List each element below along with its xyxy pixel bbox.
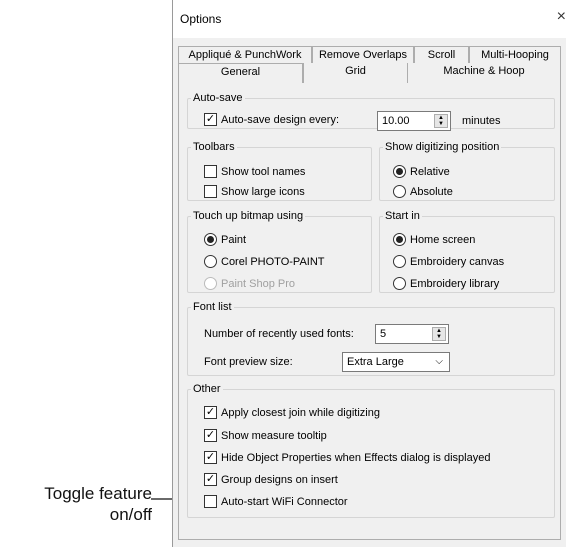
paint-radio[interactable] [204, 233, 217, 246]
paint-radio-row[interactable]: Paint [204, 233, 246, 246]
recent-fonts-input[interactable]: 5 ▲ ▼ [375, 324, 449, 344]
hide-object-properties-label: Hide Object Properties when Effects dial… [221, 451, 491, 464]
embroidery-library-radio-row[interactable]: Embroidery library [393, 277, 499, 290]
relative-label: Relative [410, 165, 450, 178]
autosave-checkbox-row[interactable]: ✓ Auto-save design every: [204, 113, 339, 126]
embroidery-library-radio[interactable] [393, 277, 406, 290]
hide-object-properties-checkbox[interactable]: ✓ [204, 451, 217, 464]
preview-size-value: Extra Large [347, 356, 404, 368]
absolute-label: Absolute [410, 185, 453, 198]
digitizing-position-legend: Show digitizing position [385, 141, 500, 153]
tab-applique-punchwork[interactable]: Appliqué & PunchWork [178, 46, 312, 64]
tab-scroll[interactable]: Scroll [414, 46, 469, 64]
other-legend: Other [193, 383, 221, 395]
group-designs-row[interactable]: ✓ Group designs on insert [204, 473, 338, 486]
options-dialog: Options × Appliqué & PunchWork Remove Ov… [172, 0, 566, 547]
show-measure-tooltip-label: Show measure tooltip [221, 429, 327, 442]
show-measure-tooltip-row[interactable]: ✓ Show measure tooltip [204, 429, 327, 442]
auto-start-wifi-row[interactable]: Auto-start WiFi Connector [204, 495, 348, 508]
paint-shop-pro-label: Paint Shop Pro [221, 277, 295, 290]
auto-start-wifi-checkbox[interactable] [204, 495, 217, 508]
callout-text: Toggle feature on/off [20, 483, 152, 525]
start-in-legend: Start in [385, 210, 420, 222]
tab-grid[interactable]: Grid [303, 63, 407, 83]
recent-fonts-label: Number of recently used fonts: [204, 328, 354, 340]
tab-general[interactable]: General [178, 63, 303, 83]
spinner-arrows-icon[interactable]: ▲ ▼ [434, 114, 448, 128]
autosave-legend: Auto-save [193, 92, 243, 104]
title-bar: Options × [173, 0, 566, 38]
chevron-down-icon: ⌵ [435, 356, 443, 367]
callout-line1: Toggle feature [44, 484, 152, 503]
group-designs-checkbox[interactable]: ✓ [204, 473, 217, 486]
spinner-arrows-icon[interactable]: ▲ ▼ [432, 327, 446, 341]
home-screen-label: Home screen [410, 233, 476, 246]
embroidery-library-label: Embroidery library [410, 277, 500, 290]
paint-shop-pro-radio [204, 277, 217, 290]
group-designs-label: Group designs on insert [221, 473, 338, 486]
apply-closest-join-label: Apply closest join while digitizing [221, 406, 380, 419]
autosave-label: Auto-save design every: [221, 113, 340, 126]
paint-shop-pro-radio-row: Paint Shop Pro [204, 277, 295, 290]
relative-radio-row[interactable]: Relative [393, 165, 450, 178]
home-screen-radio[interactable] [393, 233, 406, 246]
recent-fonts-value: 5 [380, 328, 387, 340]
corel-radio[interactable] [204, 255, 217, 268]
general-panel: Auto-save ✓ Auto-save design every: 10.0… [178, 83, 561, 540]
preview-size-label: Font preview size: [204, 356, 293, 368]
apply-closest-join-row[interactable]: ✓ Apply closest join while digitizing [204, 406, 380, 419]
dialog-title: Options [180, 12, 222, 26]
show-large-icons-checkbox[interactable] [204, 185, 217, 198]
absolute-radio[interactable] [393, 185, 406, 198]
tab-machine-hoop[interactable]: Machine & Hoop [407, 63, 561, 83]
autosave-unit: minutes [462, 115, 501, 127]
toolbars-legend: Toolbars [193, 141, 235, 153]
autosave-checkbox[interactable]: ✓ [204, 113, 217, 126]
show-tool-names-checkbox[interactable] [204, 165, 217, 178]
show-large-icons-label: Show large icons [221, 185, 305, 198]
close-icon[interactable]: × [557, 8, 566, 26]
show-large-icons-row[interactable]: Show large icons [204, 185, 305, 198]
embroidery-canvas-label: Embroidery canvas [410, 255, 505, 268]
show-measure-tooltip-checkbox[interactable]: ✓ [204, 429, 217, 442]
autosave-interval-input[interactable]: 10.00 ▲ ▼ [377, 111, 451, 131]
callout-line2: on/off [109, 505, 152, 524]
absolute-radio-row[interactable]: Absolute [393, 185, 453, 198]
hide-object-properties-row[interactable]: ✓ Hide Object Properties when Effects di… [204, 451, 490, 464]
home-screen-radio-row[interactable]: Home screen [393, 233, 475, 246]
preview-size-select[interactable]: Extra Large ⌵ [342, 352, 450, 372]
embroidery-canvas-radio-row[interactable]: Embroidery canvas [393, 255, 504, 268]
paint-label: Paint [221, 233, 247, 246]
show-tool-names-row[interactable]: Show tool names [204, 165, 305, 178]
autosave-interval-value: 10.00 [382, 115, 410, 127]
embroidery-canvas-radio[interactable] [393, 255, 406, 268]
tab-multi-hooping[interactable]: Multi-Hooping [469, 46, 561, 64]
relative-radio[interactable] [393, 165, 406, 178]
tab-remove-overlaps[interactable]: Remove Overlaps [312, 46, 414, 64]
corel-label: Corel PHOTO-PAINT [221, 255, 325, 268]
apply-closest-join-checkbox[interactable]: ✓ [204, 406, 217, 419]
touch-up-legend: Touch up bitmap using [193, 210, 304, 222]
corel-radio-row[interactable]: Corel PHOTO-PAINT [204, 255, 325, 268]
font-list-legend: Font list [193, 301, 232, 313]
show-tool-names-label: Show tool names [221, 165, 306, 178]
auto-start-wifi-label: Auto-start WiFi Connector [221, 495, 348, 508]
